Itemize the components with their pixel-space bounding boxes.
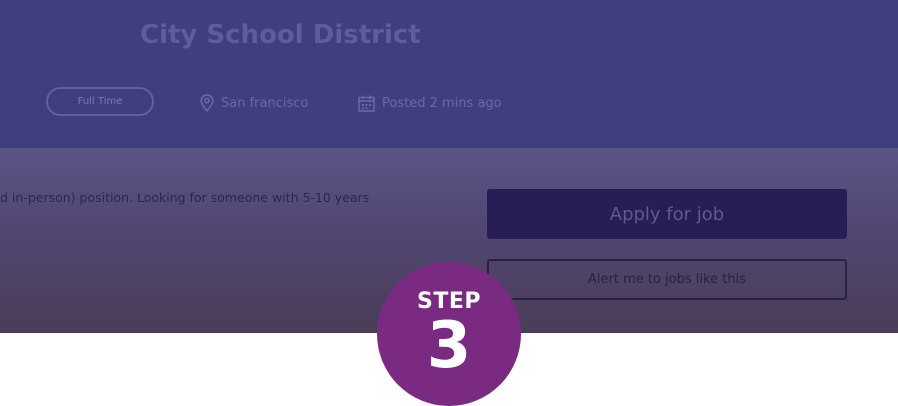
job-location: San francisco bbox=[200, 93, 308, 113]
step-number: 3 bbox=[426, 309, 472, 383]
calendar-icon bbox=[358, 95, 375, 112]
job-alert-button[interactable]: Alert me to jobs like this bbox=[487, 259, 847, 300]
job-description: d in-person) position. Looking for someo… bbox=[0, 190, 370, 205]
job-posted-time: Posted 2 mins ago bbox=[358, 93, 502, 113]
step-badge: STEP 3 bbox=[377, 262, 521, 406]
apply-for-job-button[interactable]: Apply for job bbox=[487, 189, 847, 239]
job-type-badge: Full Time bbox=[46, 87, 154, 116]
posted-text: Posted 2 mins ago bbox=[382, 95, 502, 111]
location-text: San francisco bbox=[221, 95, 309, 111]
job-posting-screen: City School District Full Time San franc… bbox=[0, 0, 898, 406]
map-pin-icon bbox=[200, 94, 214, 112]
company-title: City School District bbox=[140, 20, 421, 50]
job-header: City School District Full Time San franc… bbox=[0, 0, 898, 148]
